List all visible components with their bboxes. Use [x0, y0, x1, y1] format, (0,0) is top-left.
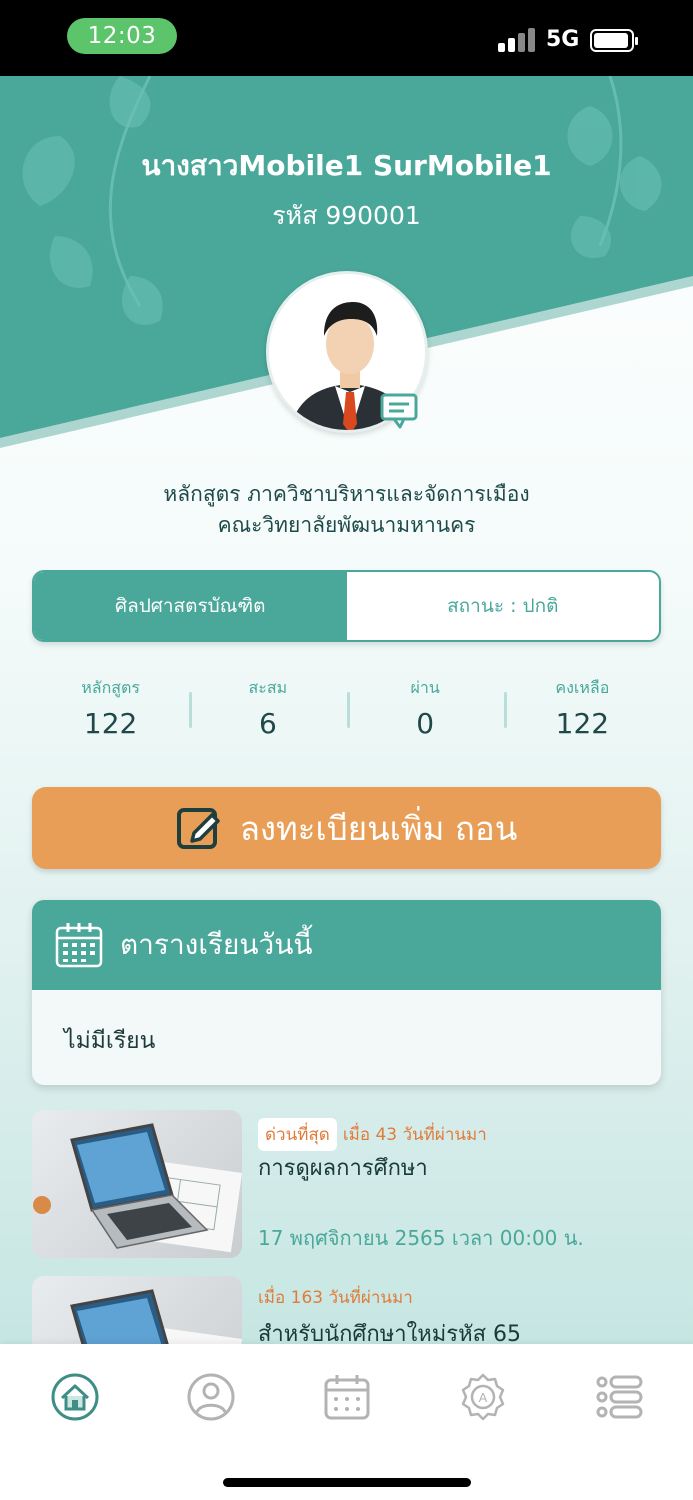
stat-label: ผ่าน	[410, 678, 440, 697]
stat-remaining: คงเหลือ 122	[503, 676, 661, 746]
news-time-ago: เมื่อ 163 วันที่ผ่านมา	[258, 1288, 413, 1308]
faculty-name: คณะวิทยาลัยพัฒนามหานคร	[217, 513, 476, 537]
home-indicator[interactable]	[223, 1478, 471, 1487]
stat-label: คงเหลือ	[555, 678, 610, 697]
register-add-drop-button[interactable]: ลงทะเบียนเพิ่ม ถอน	[32, 787, 661, 869]
network-type: 5G	[546, 27, 580, 52]
home-icon	[51, 1373, 99, 1421]
stat-value: 122	[83, 707, 138, 740]
program-info: หลักสูตร ภาควิชาบริหารและจัดการเมือง คณะ…	[0, 479, 693, 541]
profile-icon	[187, 1373, 235, 1421]
news-meta: เมื่อ 163 วันที่ผ่านมา	[258, 1284, 413, 1311]
stat-label: สะสม	[248, 678, 288, 697]
battery-icon	[590, 29, 638, 52]
signal-icon	[498, 28, 536, 52]
news-title: การดูผลการศึกษา	[258, 1156, 428, 1181]
nav-menu[interactable]	[594, 1372, 644, 1422]
edit-icon	[176, 808, 220, 849]
student-code: รหัส 990001	[272, 201, 421, 230]
stat-accumulated: สะสม 6	[189, 676, 346, 746]
news-meta: ด่วนที่สุด เมื่อ 43 วันที่ผ่านมา	[258, 1118, 487, 1151]
credit-stats: หลักสูตร 122 สะสม 6 ผ่าน 0 คงเหลือ 122	[32, 676, 661, 746]
urgent-badge: ด่วนที่สุด	[258, 1118, 337, 1151]
laptop-blueprint-image	[33, 1123, 242, 1253]
news-thumbnail	[32, 1276, 242, 1344]
news-item[interactable]: ด่วนที่สุด เมื่อ 43 วันที่ผ่านมา การดูผล…	[32, 1110, 661, 1258]
schedule-empty-text: ไม่มีเรียน	[64, 1028, 156, 1054]
news-date: 17 พฤศจิกายน 2565 เวลา 00:00 น.	[258, 1226, 584, 1250]
news-thumbnail	[32, 1110, 242, 1258]
tab-status[interactable]: สถานะ : ปกติ	[347, 572, 660, 640]
stat-value: 0	[416, 707, 435, 740]
nav-calendar[interactable]	[322, 1372, 372, 1422]
menu-list-icon	[596, 1375, 643, 1419]
message-icon[interactable]	[380, 391, 420, 431]
stat-label: หลักสูตร	[81, 678, 141, 697]
certificate-icon: A	[461, 1373, 505, 1421]
status-time: 12:03	[67, 18, 177, 54]
schedule-title: ตารางเรียนวันนี้	[120, 928, 313, 961]
status-bar: 12:03 5G	[0, 0, 693, 76]
calendar-icon	[55, 923, 103, 968]
calendar-icon	[324, 1375, 370, 1420]
svg-text:A: A	[479, 1390, 488, 1405]
main-content[interactable]: นางสาวMobile1 SurMobile1 รหัส 990001 หลั…	[0, 76, 693, 1344]
laptop-blueprint-image	[70, 1289, 242, 1344]
stat-value: 122	[555, 707, 610, 740]
student-name: นางสาวMobile1 SurMobile1	[141, 149, 552, 182]
stat-passed: ผ่าน 0	[346, 676, 504, 746]
nav-profile[interactable]	[186, 1372, 236, 1422]
today-schedule-card[interactable]: ตารางเรียนวันนี้ ไม่มีเรียน	[32, 900, 661, 1085]
bottom-navigation: A	[0, 1344, 693, 1500]
tab-degree[interactable]: ศิลปศาสตรบัณฑิต	[34, 572, 347, 640]
program-name: หลักสูตร ภาควิชาบริหารและจัดการเมือง	[163, 482, 530, 506]
degree-status-tabs: ศิลปศาสตรบัณฑิต สถานะ : ปกติ	[32, 570, 661, 642]
news-time-ago: เมื่อ 43 วันที่ผ่านมา	[342, 1125, 487, 1145]
nav-grades[interactable]: A	[458, 1372, 508, 1422]
news-item[interactable]: เมื่อ 163 วันที่ผ่านมา สำหรับนักศึกษาใหม…	[32, 1276, 661, 1344]
schedule-header: ตารางเรียนวันนี้	[32, 900, 661, 990]
stat-value: 6	[258, 707, 277, 740]
nav-home[interactable]	[50, 1372, 100, 1422]
register-button-label: ลงทะเบียนเพิ่ม ถอน	[239, 808, 518, 848]
stat-curriculum: หลักสูตร 122	[32, 676, 189, 746]
news-title: สำหรับนักศึกษาใหม่รหัส 65	[258, 1322, 522, 1344]
